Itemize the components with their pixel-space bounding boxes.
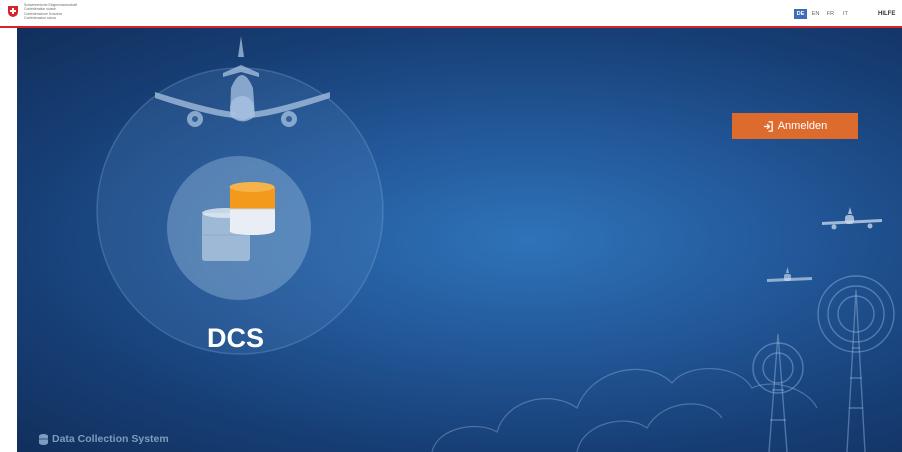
login-button[interactable]: Anmelden	[732, 113, 858, 139]
federal-line: Confederaziun svizra	[24, 16, 56, 21]
federal-administration-name: Schweizerische Eidgenossenschaft Confédé…	[24, 3, 77, 21]
swiss-cross-icon	[8, 6, 18, 17]
app-short-name: DCS	[207, 323, 265, 353]
cloud-decoration	[431, 367, 818, 452]
lang-it[interactable]: IT	[839, 9, 852, 19]
hero-section: DCS Anmelden Data Collection System	[17, 28, 902, 452]
small-airplane-icon	[822, 207, 882, 230]
hero-illustration	[96, 36, 895, 452]
footer-brand: Data Collection System	[39, 433, 169, 445]
app-full-name: Data Collection System	[52, 433, 169, 445]
radio-tower-icon	[752, 275, 895, 452]
top-header: Schweizerische Eidgenossenschaft Confédé…	[0, 0, 902, 28]
lang-de[interactable]: DE	[794, 9, 807, 19]
lang-en[interactable]: EN	[809, 9, 822, 19]
login-label: Anmelden	[777, 120, 828, 132]
language-switcher: DE EN FR IT	[794, 9, 854, 19]
small-airplane-icon	[767, 267, 812, 282]
sign-in-icon	[763, 120, 773, 132]
help-link[interactable]: HILFE	[878, 11, 895, 17]
lang-fr[interactable]: FR	[824, 9, 837, 19]
database-icon	[39, 433, 48, 445]
